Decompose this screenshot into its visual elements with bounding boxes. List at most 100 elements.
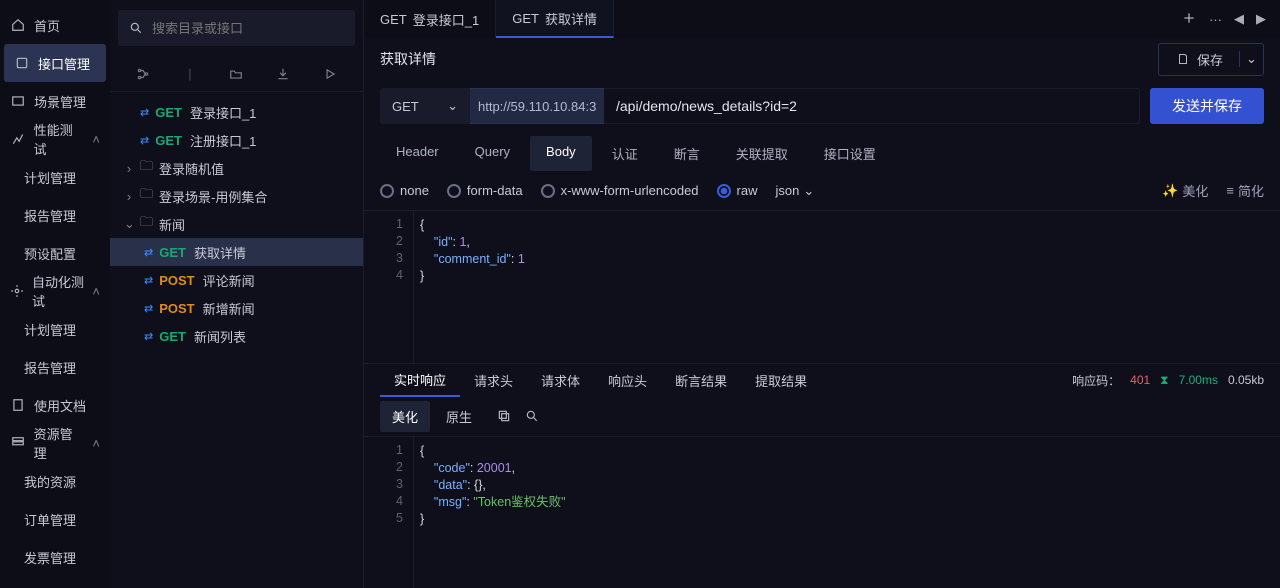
search-icon[interactable] <box>524 408 540 424</box>
nav-resource[interactable]: 资源管理 ˄ <box>0 424 110 462</box>
next-tab-icon[interactable]: ▶ <box>1256 11 1266 27</box>
editor-code: { "code": 20001, "data": {}, "msg": "Tok… <box>414 437 1280 588</box>
nav-perf-preset[interactable]: 预设配置 <box>0 234 110 272</box>
tree-item-register[interactable]: ⇄GET注册接口_1 <box>110 126 363 154</box>
path-box[interactable] <box>604 88 1140 124</box>
radio-urlenc[interactable]: x-www-form-urlencoded <box>541 183 699 198</box>
gear-icon <box>10 283 24 299</box>
resp-raw-button[interactable]: 原生 <box>434 401 484 432</box>
download-icon[interactable] <box>275 66 291 82</box>
tree-folder-cases[interactable]: ›🗀登录场景-用例集合 <box>110 182 363 210</box>
resp-code: 401 <box>1130 373 1150 387</box>
save-icon <box>1175 51 1191 67</box>
tree-item-comment[interactable]: ⇄POST评论新闻 <box>110 266 363 294</box>
rtab-assert[interactable]: 断言结果 <box>661 364 741 397</box>
rtab-live[interactable]: 实时响应 <box>380 364 460 397</box>
nav-auto-plan[interactable]: 计划管理 <box>0 310 110 348</box>
folder-icon: 🗀 <box>140 185 153 207</box>
rtab-reqbody[interactable]: 请求体 <box>527 364 594 397</box>
path-input[interactable] <box>616 98 1127 114</box>
beautify-button[interactable]: ✨美化 <box>1162 181 1208 200</box>
prev-tab-icon[interactable]: ◀ <box>1234 11 1244 27</box>
chevron-down-icon: ⌄ <box>803 183 814 199</box>
tree-item-create[interactable]: ⇄POST新增新闻 <box>110 294 363 322</box>
clock-icon: ⧗ <box>1160 373 1168 388</box>
nav-docs[interactable]: 使用文档 <box>0 386 110 424</box>
ptab-query[interactable]: Query <box>459 136 526 171</box>
resp-code-label: 响应码： <box>1072 372 1120 389</box>
nav-home[interactable]: 首页 <box>0 6 110 44</box>
tab-login[interactable]: GET登录接口_1 <box>364 0 496 38</box>
more-icon[interactable]: ··· <box>1209 12 1222 27</box>
doc-icon <box>10 397 26 413</box>
ptab-extract[interactable]: 关联提取 <box>720 136 804 171</box>
radio-formdata[interactable]: form-data <box>447 183 523 198</box>
nav-my-res[interactable]: 我的资源 <box>0 462 110 500</box>
tree-folder-rand[interactable]: ›🗀登录随机值 <box>110 154 363 182</box>
radio-raw[interactable]: raw <box>717 183 758 198</box>
ptab-auth[interactable]: 认证 <box>596 136 654 171</box>
link-icon: ⇄ <box>140 134 149 147</box>
nav-auto[interactable]: 自动化测试 ˄ <box>0 272 110 310</box>
response-toolbar: 美化 原生 <box>364 397 1280 437</box>
rtab-extract[interactable]: 提取结果 <box>741 364 821 397</box>
new-folder-icon[interactable] <box>228 66 244 82</box>
radio-none[interactable]: none <box>380 183 429 198</box>
simplify-button[interactable]: ≡简化 <box>1226 181 1264 200</box>
home-icon <box>10 17 26 33</box>
response-tabs: 实时响应 请求头 请求体 响应头 断言结果 提取结果 响应码： 401 ⧗ 7.0… <box>364 363 1280 397</box>
api-name-input[interactable] <box>380 51 720 67</box>
rtab-resphead[interactable]: 响应头 <box>594 364 661 397</box>
tab-detail[interactable]: GET获取详情 <box>496 0 614 38</box>
ptab-settings[interactable]: 接口设置 <box>808 136 892 171</box>
play-icon[interactable] <box>322 66 338 82</box>
resp-time: 7.00ms <box>1179 373 1218 387</box>
host-box[interactable] <box>470 88 604 124</box>
list-icon: ≡ <box>1226 183 1234 198</box>
host-input[interactable] <box>478 99 596 114</box>
rtab-reqhead[interactable]: 请求头 <box>460 364 527 397</box>
chevron-right-icon: › <box>124 189 134 204</box>
ptab-assert[interactable]: 断言 <box>658 136 716 171</box>
save-button[interactable]: 保存 <box>1159 44 1239 75</box>
nav-api[interactable]: 接口管理 <box>4 44 106 82</box>
search-box[interactable] <box>118 10 355 46</box>
ptab-header[interactable]: Header <box>380 136 455 171</box>
nav-orders[interactable]: 订单管理 <box>0 500 110 538</box>
resource-icon <box>10 435 26 451</box>
response-body-editor[interactable]: 12345 { "code": 20001, "data": {}, "msg"… <box>364 437 1280 588</box>
method-select[interactable]: GET⌄ <box>380 88 470 124</box>
save-dropdown[interactable]: ⌄ <box>1239 51 1263 67</box>
nav-auto-report[interactable]: 报告管理 <box>0 348 110 386</box>
add-tab-icon[interactable] <box>1181 10 1197 29</box>
chevron-right-icon: › <box>124 161 134 176</box>
copy-icon[interactable] <box>496 408 512 424</box>
request-body-editor[interactable]: 1234 { "id": 1, "comment_id": 1 } <box>364 211 1280 363</box>
body-type-row: none form-data x-www-form-urlencoded raw… <box>364 171 1280 211</box>
send-button[interactable]: 发送并保存 <box>1150 88 1264 124</box>
tabstrip: GET登录接口_1 GET获取详情 ··· ◀ ▶ <box>364 0 1280 38</box>
nav-perf-report[interactable]: 报告管理 <box>0 196 110 234</box>
editor-code[interactable]: { "id": 1, "comment_id": 1 } <box>414 211 1280 363</box>
nav-api-label: 接口管理 <box>38 54 90 73</box>
nav-scene[interactable]: 场景管理 <box>0 82 110 120</box>
tree-folder-news[interactable]: ⌄🗀新闻 <box>110 210 363 238</box>
save-button-group: 保存 ⌄ <box>1158 43 1264 76</box>
ptab-body[interactable]: Body <box>530 136 592 171</box>
tree-item-detail[interactable]: ⇄GET获取详情 <box>110 238 363 266</box>
editor-gutter: 1234 <box>364 211 414 363</box>
tree-panel: | ⇄GET登录接口_1 ⇄GET注册接口_1 ›🗀登录随机值 ›🗀登录场景-用… <box>110 0 364 588</box>
search-input[interactable] <box>152 21 345 36</box>
scene-icon <box>10 93 26 109</box>
nav-scene-label: 场景管理 <box>34 92 86 111</box>
nav-invoice[interactable]: 发票管理 <box>0 538 110 576</box>
tree-item-list[interactable]: ⇄GET新闻列表 <box>110 322 363 350</box>
nav-perf-plan[interactable]: 计划管理 <box>0 158 110 196</box>
branch-icon[interactable] <box>135 66 151 82</box>
link-icon: ⇄ <box>144 302 153 315</box>
tree-item-login[interactable]: ⇄GET登录接口_1 <box>110 98 363 126</box>
resp-beautify-button[interactable]: 美化 <box>380 401 430 432</box>
resp-size: 0.05kb <box>1228 373 1264 387</box>
format-select[interactable]: json⌄ <box>776 183 815 199</box>
nav-perf[interactable]: 性能测试 ˄ <box>0 120 110 158</box>
